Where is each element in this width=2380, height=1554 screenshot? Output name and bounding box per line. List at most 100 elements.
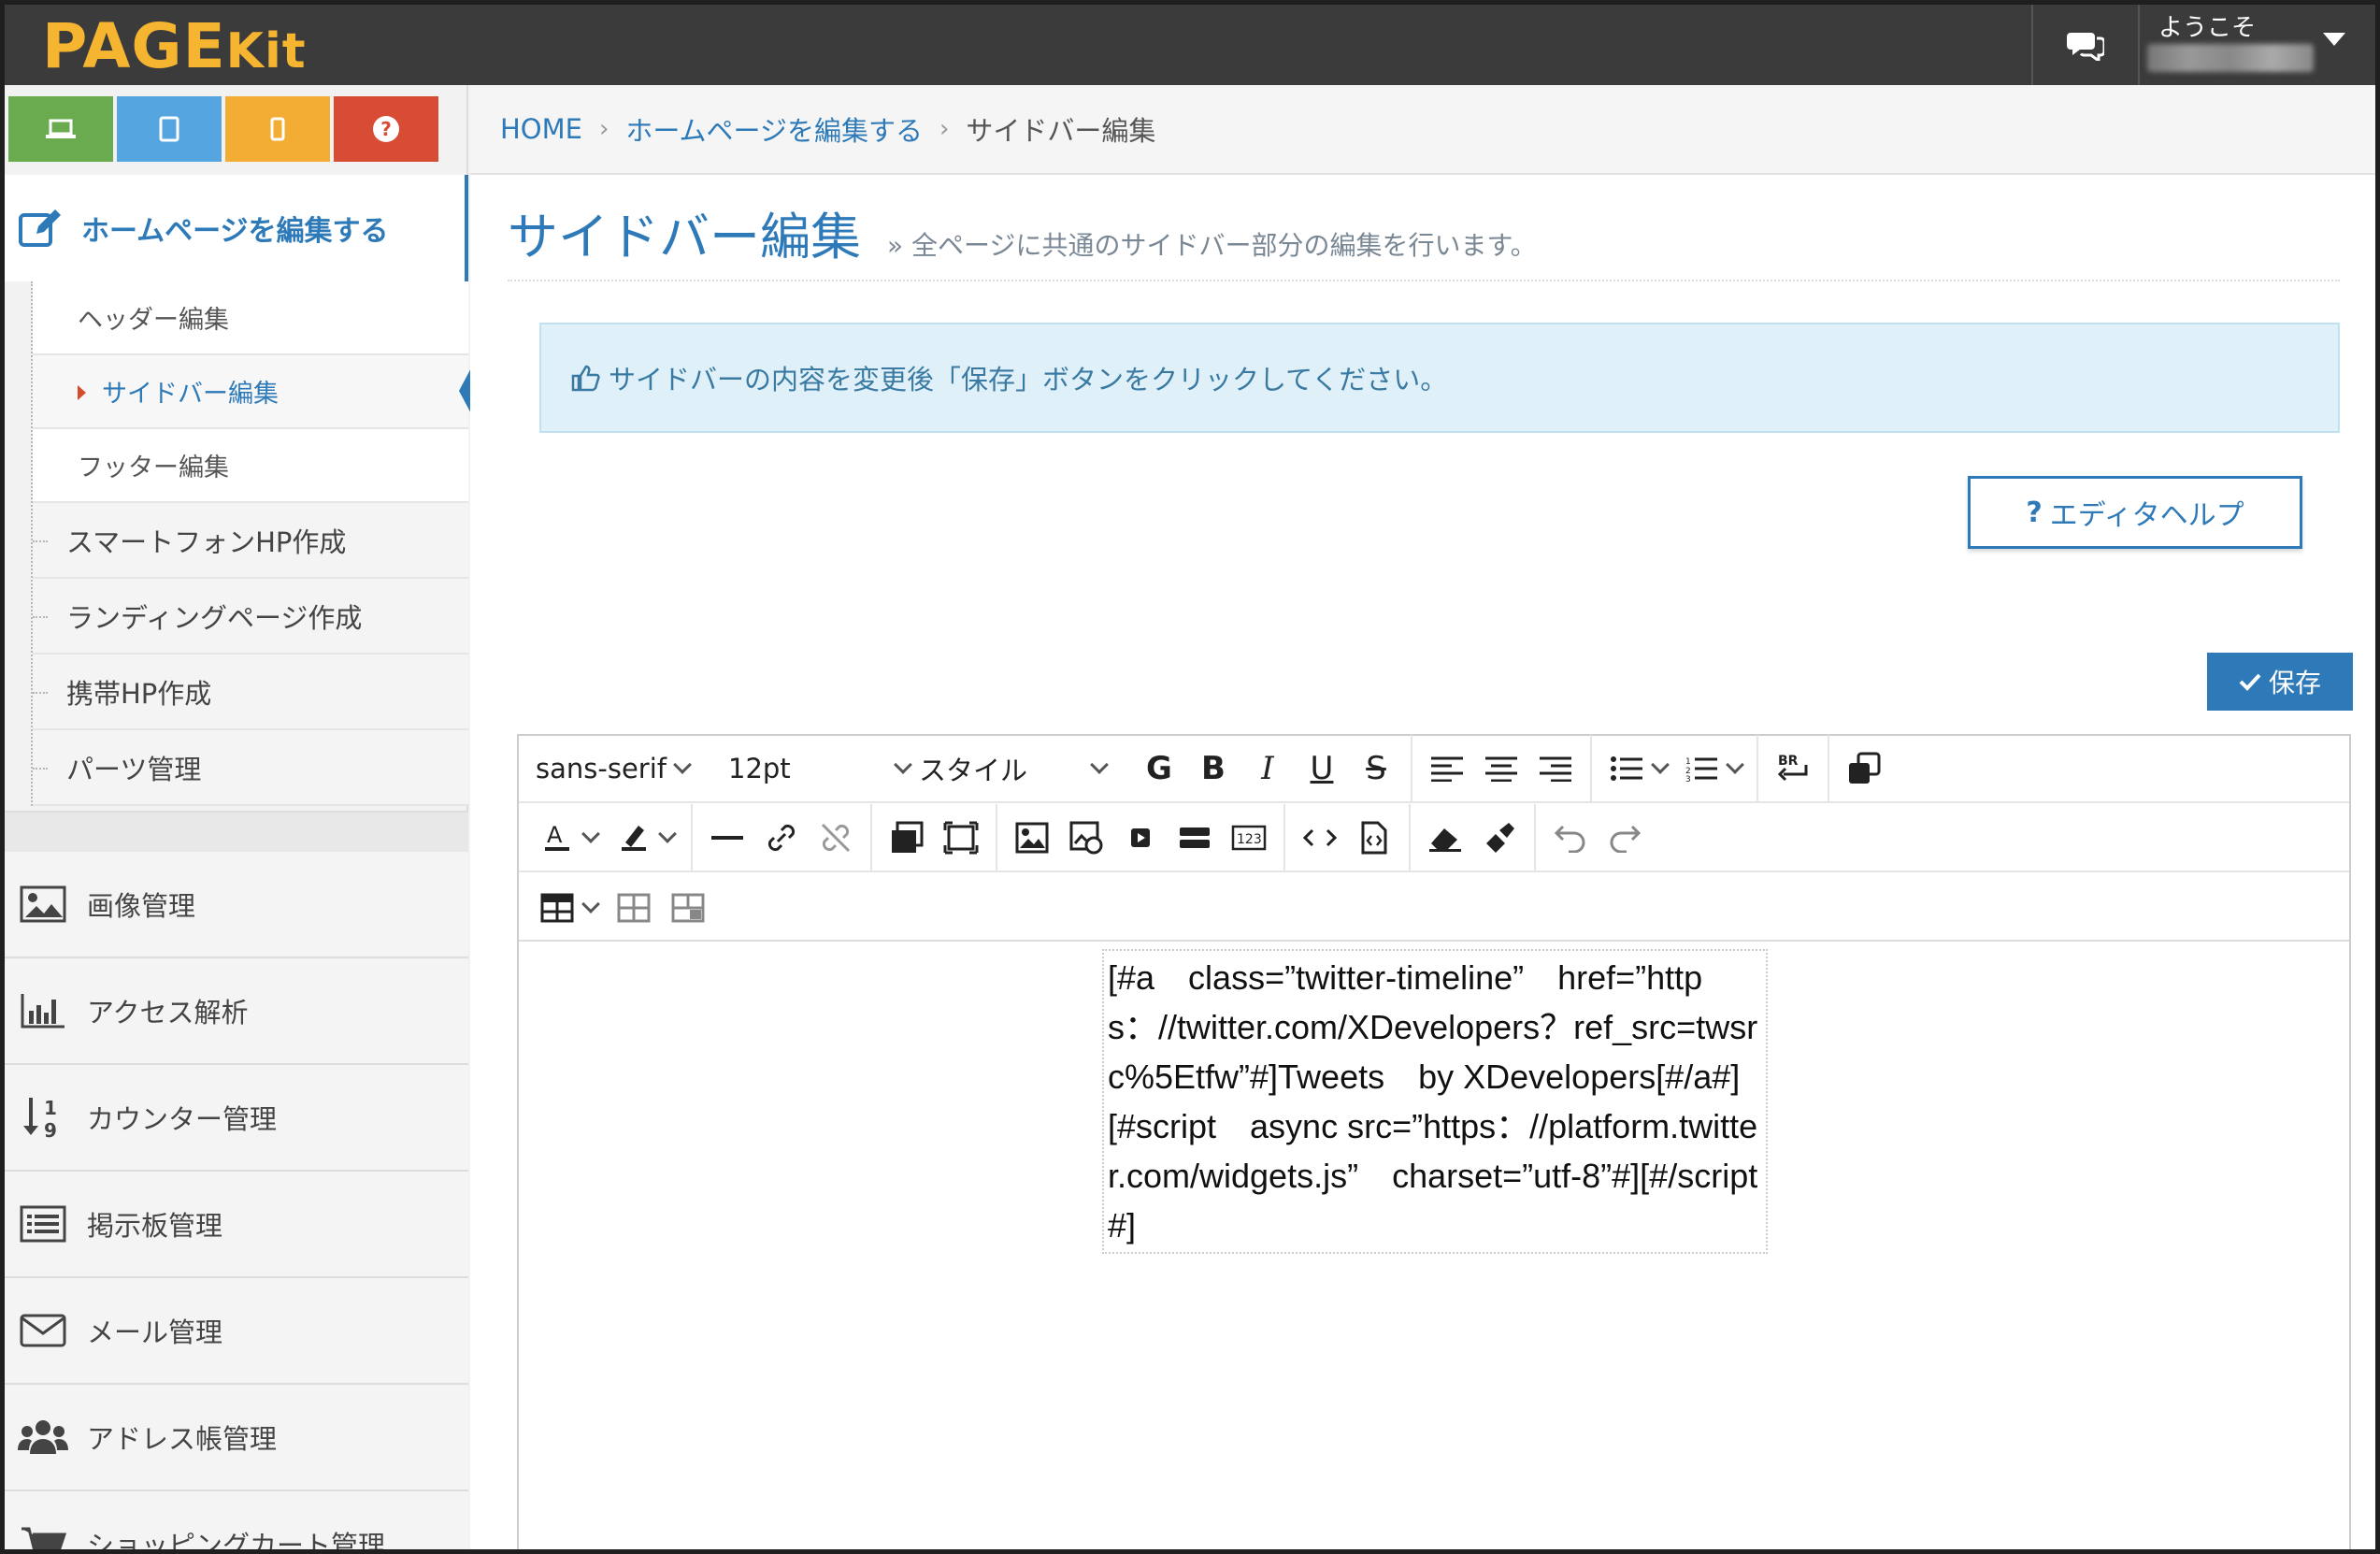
insert-video-button[interactable] bbox=[1113, 811, 1168, 865]
nav-parts-management[interactable]: パーツ管理 bbox=[33, 730, 468, 806]
highlight-dropdown[interactable] bbox=[658, 804, 683, 871]
tablet-view-button[interactable] bbox=[117, 96, 222, 162]
unlink-button[interactable] bbox=[809, 811, 863, 865]
sub-item-header-edit[interactable]: ヘッダー編集 bbox=[33, 281, 468, 355]
bullet-list-icon bbox=[1611, 756, 1642, 781]
app-frame: PAGEKit ようこそ ? ホームページを編集する ヘッダー編集 サイドバー編… bbox=[5, 5, 2375, 1549]
bullet-list-dropdown[interactable] bbox=[1651, 735, 1674, 802]
nav-image-management[interactable]: 画像管理 bbox=[5, 852, 468, 958]
table-merge-button[interactable] bbox=[661, 881, 715, 935]
chevron-down-icon bbox=[894, 755, 912, 774]
user-menu[interactable]: ようこそ bbox=[2140, 5, 2375, 85]
nav-mobile-hp[interactable]: 携帯HP作成 bbox=[33, 655, 468, 730]
nav-access-analysis[interactable]: アクセス解析 bbox=[5, 958, 468, 1065]
image-gear-icon bbox=[1069, 821, 1103, 855]
numbered-list-dropdown[interactable] bbox=[1726, 735, 1749, 802]
toolbar-separator bbox=[1590, 735, 1592, 802]
insert-counter-button[interactable]: 123 bbox=[1222, 811, 1276, 865]
align-center-button[interactable] bbox=[1474, 741, 1528, 796]
code-view-button[interactable] bbox=[1293, 811, 1347, 865]
strikethrough-button[interactable]: S bbox=[1349, 741, 1403, 796]
nav-counter-management[interactable]: 19 カウンター管理 bbox=[5, 1065, 468, 1172]
font-g-button[interactable]: G bbox=[1132, 741, 1186, 796]
clear-format-button[interactable] bbox=[1472, 811, 1527, 865]
nav-landing-page[interactable]: ランディングページ作成 bbox=[33, 579, 468, 655]
breadcrumb-home[interactable]: HOME bbox=[500, 113, 582, 145]
nav-smartphone-hp[interactable]: スマートフォンHP作成 bbox=[33, 503, 468, 579]
svg-text:1: 1 bbox=[1685, 757, 1691, 767]
rich-text-editor: sans-serif 12pt スタイル G B I U S 123 BR A … bbox=[517, 734, 2351, 1549]
nav-mail-management[interactable]: メール管理 bbox=[5, 1278, 468, 1385]
line-break-icon: BR bbox=[1777, 754, 1808, 782]
chevron-down-icon bbox=[581, 825, 600, 843]
font-family-select[interactable]: sans-serif bbox=[536, 735, 728, 802]
chevron-down-icon bbox=[673, 755, 692, 774]
embed-code-block[interactable]: [#a class=”twitter-timeline” href=”https… bbox=[1102, 949, 1768, 1254]
nav-edit-homepage[interactable]: ホームページを編集する bbox=[5, 175, 468, 281]
code-file-button[interactable] bbox=[1347, 811, 1401, 865]
nav-label: パーツ管理 bbox=[66, 753, 202, 785]
save-button[interactable]: 保存 bbox=[2207, 653, 2353, 711]
toolbar-separator bbox=[870, 804, 872, 871]
nav-address-book[interactable]: アドレス帳管理 bbox=[5, 1385, 468, 1491]
chevron-down-icon bbox=[658, 825, 677, 843]
editor-content-area[interactable]: [#a class=”twitter-timeline” href=”https… bbox=[519, 943, 2349, 1549]
numbered-list-button[interactable]: 123 bbox=[1674, 741, 1728, 796]
table-cell-button[interactable] bbox=[607, 881, 661, 935]
insert-table-button[interactable] bbox=[530, 881, 584, 935]
insert-image-button[interactable] bbox=[1005, 811, 1059, 865]
redo-button[interactable] bbox=[1598, 811, 1652, 865]
toolbar-separator bbox=[1534, 804, 1536, 871]
nav-label: 画像管理 bbox=[87, 890, 196, 922]
toolbar-row-2: A 123 bbox=[519, 804, 2349, 872]
bullet-list-button[interactable] bbox=[1599, 741, 1654, 796]
bold-button[interactable]: B bbox=[1186, 741, 1240, 796]
nav-shopping-cart[interactable]: ショッピングカート管理 bbox=[5, 1491, 468, 1549]
table-merge-icon bbox=[671, 893, 705, 923]
underline-button[interactable]: U bbox=[1295, 741, 1349, 796]
eraser-button[interactable] bbox=[1418, 811, 1472, 865]
copy-button[interactable] bbox=[1837, 741, 1891, 796]
italic-button[interactable]: I bbox=[1240, 741, 1295, 796]
main-navigation: 画像管理 アクセス解析 19 カウンター管理 掲示板管理 メール管理 アドレス帳… bbox=[5, 852, 468, 1549]
style-select[interactable]: スタイル bbox=[919, 735, 1132, 802]
align-right-button[interactable] bbox=[1528, 741, 1583, 796]
insert-gallery-button[interactable] bbox=[880, 811, 934, 865]
page-title: サイドバー編集 bbox=[508, 208, 861, 266]
line-break-button[interactable]: BR bbox=[1766, 741, 1820, 796]
smartphone-view-button[interactable] bbox=[225, 96, 330, 162]
sub-item-footer-edit[interactable]: フッター編集 bbox=[33, 429, 468, 503]
font-size-select[interactable]: 12pt bbox=[728, 735, 919, 802]
nav-bbs-management[interactable]: 掲示板管理 bbox=[5, 1172, 468, 1278]
pc-view-button[interactable] bbox=[8, 96, 113, 162]
breadcrumb-edit-homepage[interactable]: ホームページを編集する bbox=[625, 109, 923, 149]
nav-label: アクセス解析 bbox=[87, 997, 249, 1029]
insert-link-button[interactable] bbox=[754, 811, 809, 865]
chevron-down-icon bbox=[2323, 33, 2345, 46]
sub-item-sidebar-edit[interactable]: サイドバー編集 bbox=[33, 355, 474, 429]
highlight-button[interactable] bbox=[607, 811, 661, 865]
toolbar-separator bbox=[1756, 735, 1758, 802]
font-color-dropdown[interactable] bbox=[581, 804, 607, 871]
undo-button[interactable] bbox=[1543, 811, 1598, 865]
font-color-button[interactable]: A bbox=[530, 811, 584, 865]
table-dropdown[interactable] bbox=[581, 874, 607, 942]
align-left-button[interactable] bbox=[1420, 741, 1474, 796]
style-value: スタイル bbox=[919, 755, 1028, 786]
editor-help-button[interactable]: ? エディタヘルプ bbox=[1968, 476, 2302, 549]
image-settings-button[interactable] bbox=[1059, 811, 1113, 865]
table-icon bbox=[540, 893, 574, 923]
chat-button[interactable] bbox=[2031, 5, 2140, 85]
nav-label: カウンター管理 bbox=[87, 1103, 278, 1135]
horizontal-rule-icon bbox=[711, 836, 743, 840]
insert-form-button[interactable] bbox=[1168, 811, 1222, 865]
help-button[interactable]: ? bbox=[334, 96, 438, 162]
eraser-icon bbox=[1429, 828, 1461, 852]
check-icon bbox=[2239, 673, 2261, 691]
chevron-down-icon bbox=[581, 895, 600, 914]
horizontal-rule-button[interactable] bbox=[700, 811, 754, 865]
toolbar-separator bbox=[1283, 804, 1285, 871]
insert-frame-button[interactable] bbox=[934, 811, 988, 865]
sort-numeric-icon: 19 bbox=[16, 1090, 70, 1144]
toolbar-separator bbox=[996, 804, 997, 871]
